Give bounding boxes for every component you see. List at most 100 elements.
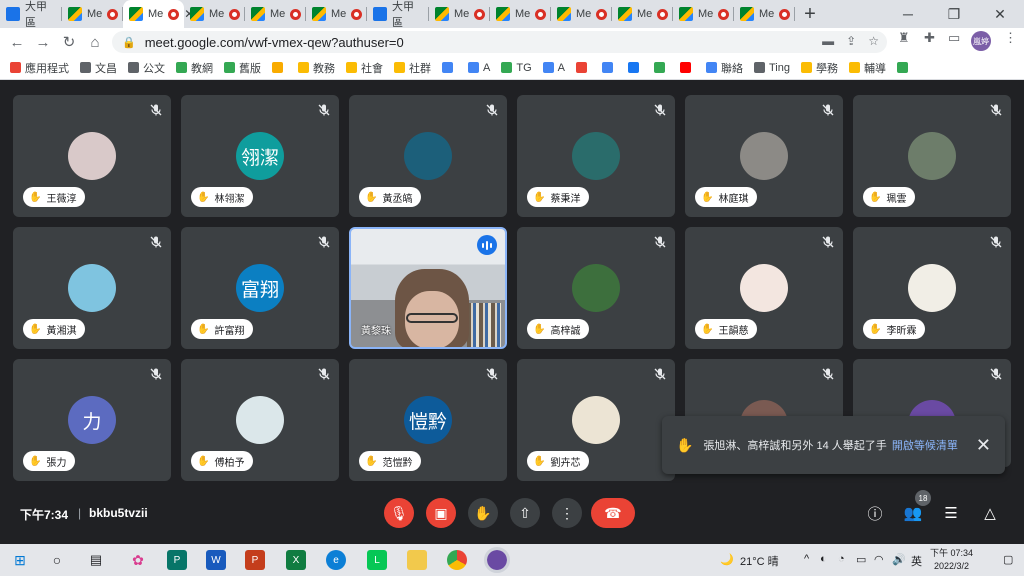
participant-tile[interactable]: ✋ 黃丞皜 [349, 95, 507, 217]
browser-tab[interactable]: Me [673, 0, 734, 28]
participant-tile[interactable]: 愷黔 ✋ 范愷黔 [349, 359, 507, 481]
browser-tab[interactable]: Me [429, 0, 490, 28]
browser-tab[interactable]: Me [551, 0, 612, 28]
raise-hand-button[interactable]: ✋ [468, 498, 498, 528]
tray-app-icon[interactable]: ◐ [820, 553, 827, 565]
home-icon[interactable]: ⌂ [82, 34, 108, 51]
edge-icon[interactable]: e [326, 550, 346, 570]
participant-tile[interactable]: 翎潔 ✋ 林翎潔 [181, 95, 339, 217]
reload-icon[interactable]: ↻ [56, 33, 82, 51]
battery-icon[interactable]: ▭ [856, 553, 866, 566]
activities-button[interactable]: △ [979, 502, 1001, 524]
bookmark-item[interactable] [679, 62, 695, 73]
present-button[interactable]: ⇧ [510, 498, 540, 528]
camera-off-button[interactable]: ▣ [426, 498, 456, 528]
bookmark-item[interactable]: 聯絡 [705, 60, 743, 76]
participant-tile[interactable]: 黃黎珠 [349, 227, 507, 349]
meeting-details-button[interactable]: ⓘ [864, 502, 886, 524]
participant-tile[interactable]: ✋ 林庭琪 [685, 95, 843, 217]
file-explorer-icon[interactable] [407, 550, 427, 570]
participant-tile[interactable]: ✋ 高梓誠 [517, 227, 675, 349]
bookmark-item[interactable] [627, 62, 643, 73]
browser-tab[interactable]: 大甲區 [0, 0, 62, 29]
cast-icon[interactable]: ▭ [948, 30, 960, 46]
bookmark-item[interactable]: 應用程式 [10, 60, 69, 76]
browser-tab[interactable]: Me [490, 0, 551, 28]
minimize-button[interactable]: ─ [885, 0, 931, 28]
browser-tab[interactable]: Me [184, 0, 245, 28]
camera-icon[interactable]: ▬ [822, 34, 834, 48]
bookmark-item[interactable]: A [542, 62, 565, 74]
notification-icon[interactable]: ▢ [1003, 553, 1013, 566]
browser-tab[interactable]: Me [612, 0, 673, 28]
bookmark-item[interactable] [272, 62, 287, 73]
volume-icon[interactable]: 🔊 [892, 553, 906, 566]
bookmark-item[interactable] [653, 62, 669, 73]
new-tab-button[interactable]: + [795, 3, 825, 26]
line-icon[interactable]: L [367, 550, 387, 570]
bookmark-item[interactable]: 社群 [394, 60, 431, 76]
wifi-icon[interactable]: ◠ [874, 553, 884, 566]
chrome-icon[interactable] [447, 550, 467, 570]
excel-icon[interactable]: X [286, 550, 306, 570]
bookmark-item[interactable]: 教網 [176, 60, 213, 76]
share-icon[interactable]: ⇪ [846, 34, 856, 48]
bookmark-item[interactable] [575, 62, 591, 73]
bookmark-item[interactable]: Ting [753, 62, 790, 74]
close-window-button[interactable]: ✕ [977, 0, 1023, 28]
browser-tab[interactable]: Me [62, 0, 123, 28]
participant-tile[interactable]: ✋ 李昕霖 [853, 227, 1011, 349]
weather-text[interactable]: 21°C 晴 [740, 553, 779, 569]
participant-tile[interactable]: ✋ 蔡秉洋 [517, 95, 675, 217]
bookmark-item[interactable]: A [468, 62, 490, 74]
participant-tile[interactable]: ✋ 珮雲 [853, 95, 1011, 217]
participant-tile[interactable]: ✋ 劉卉芯 [517, 359, 675, 481]
browser-tab[interactable]: Me✕ [123, 0, 194, 28]
network-icon[interactable]: ◔ [838, 553, 845, 565]
browser-tab[interactable]: Me [306, 0, 367, 28]
paint-icon[interactable]: ✿ [128, 550, 148, 570]
bookmark-item[interactable] [442, 62, 457, 73]
puzzle-icon[interactable]: ✚ [924, 30, 935, 46]
close-icon[interactable]: ✕ [976, 435, 991, 456]
bookmark-item[interactable]: 教務 [298, 60, 335, 76]
browser-tab[interactable]: 大甲區 [367, 0, 429, 29]
bookmark-item[interactable]: 社會 [346, 60, 383, 76]
browser-tab[interactable]: Me [245, 0, 306, 28]
bookmark-item[interactable] [896, 62, 912, 73]
extension-icon[interactable]: ♜ [898, 30, 910, 46]
powerpoint-icon[interactable]: P [245, 550, 265, 570]
profile-avatar[interactable]: 嵐婷 [971, 31, 991, 51]
chat-button[interactable]: ☰ [940, 502, 962, 524]
maximize-button[interactable]: ❐ [931, 0, 977, 28]
ime-indicator[interactable]: 英 [911, 553, 922, 569]
word-icon[interactable]: W [206, 550, 226, 570]
forward-icon[interactable]: → [30, 34, 56, 51]
bookmark-item[interactable]: 學務 [800, 60, 838, 76]
participant-tile[interactable]: ✋ 傅柏予 [181, 359, 339, 481]
tray-chevron-icon[interactable]: ^ [804, 553, 809, 565]
bookmark-item[interactable]: 輔導 [848, 60, 886, 76]
bookmark-item[interactable]: 舊版 [224, 60, 261, 76]
mic-off-button[interactable]: 🎙 [384, 498, 414, 528]
browser-tab[interactable]: Me [734, 0, 795, 28]
bookmark-item[interactable]: 公文 [128, 60, 165, 76]
chrome-profile-icon[interactable] [484, 547, 510, 573]
participant-tile[interactable]: ✋ 王薇淳 [13, 95, 171, 217]
back-icon[interactable]: ← [4, 34, 30, 51]
search-icon[interactable]: ○ [47, 550, 67, 570]
taskbar-clock[interactable]: 下午 07:34 2022/3/2 [930, 547, 973, 573]
bookmark-item[interactable]: 文昌 [80, 60, 117, 76]
menu-icon[interactable]: ⋮ [1004, 30, 1017, 46]
bookmark-item[interactable] [601, 62, 617, 73]
open-queue-link[interactable]: 開啟等候清單 [892, 437, 958, 453]
participant-tile[interactable]: ✋ 黃湘淇 [13, 227, 171, 349]
publisher-icon[interactable]: P [167, 550, 187, 570]
participant-tile[interactable]: 力 ✋ 張力 [13, 359, 171, 481]
bookmark-item[interactable]: TG [501, 62, 532, 74]
start-icon[interactable]: ⊞ [10, 550, 30, 570]
participant-tile[interactable]: 富翔 ✋ 許富翔 [181, 227, 339, 349]
leave-call-button[interactable]: ☎ [591, 498, 635, 528]
participant-tile[interactable]: ✋ 王韻慈 [685, 227, 843, 349]
bookmark-star-icon[interactable]: ☆ [868, 34, 879, 48]
